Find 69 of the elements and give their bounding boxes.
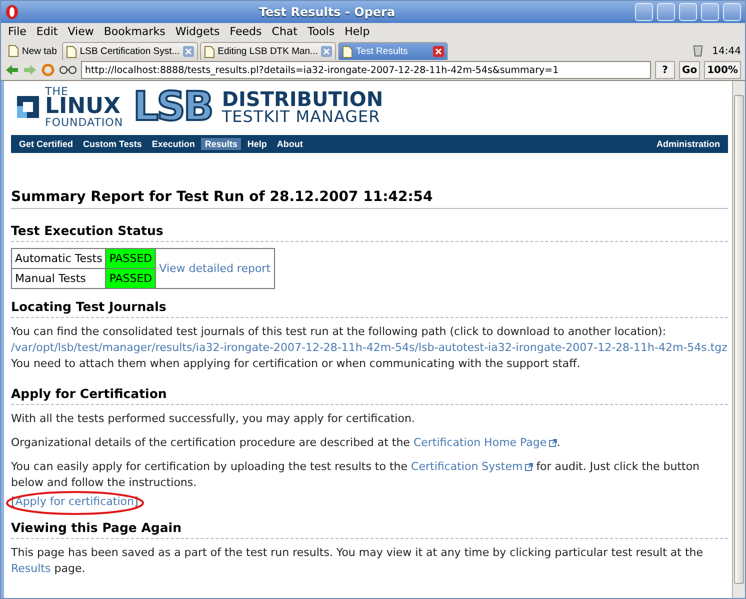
status-cell: PASSED [106,248,156,268]
section-heading: Locating Test Journals [11,299,728,318]
page-icon [66,46,77,58]
browser-tab[interactable]: Editing LSB DTK Man... [200,42,336,60]
menu-item[interactable]: View [62,24,99,38]
reload-icon[interactable] [41,63,55,77]
paragraph: Organizational details of the certification procedure are described at the Certification Home Page . [11,434,562,451]
forward-icon[interactable] [23,64,37,76]
report-link[interactable]: View detailed report [159,262,271,275]
section-heading: Apply for Certification [11,386,728,405]
certification-system-link[interactable]: Certification System [411,460,533,473]
table-cell: Automatic Tests [12,248,106,268]
logo-text: TESTKIT MANAGER [222,109,382,125]
paragraph: You need to attach them when applying for certification or when communicating with the support staff. [11,356,582,372]
logo-text: LINUX [45,96,120,118]
apply-link[interactable]: Apply for certification [15,494,134,508]
menu-item[interactable]: File [3,24,32,38]
nav-link[interactable]: Execution [148,138,199,150]
zoom-selector[interactable]: 100% [704,61,741,79]
menu-item[interactable]: Help [340,24,375,38]
results-link[interactable]: Results [11,562,51,574]
menu-item[interactable]: Edit [31,24,63,38]
nav-link[interactable]: Get Certified [15,138,78,150]
status-cell: PASSED [106,268,156,288]
logo-text: FOUNDATION [45,117,124,128]
paragraph: You can find the consolidated test journals of this test run at the following path (click to download to another location): [11,324,668,340]
paragraph: This page has been saved as a part of the test run results. You may view it at any time by clicking particular test result at the Results page. [11,544,704,576]
path-link[interactable]: /var/opt/lsb/test/manager/results/ia32-irongate-2007-12-28-11h-42m-54s/lsb-autotest-ia32-irongate-2007-12-28-11h-42m-54s.tgz [11,340,728,354]
scrollbar[interactable] [732,81,745,598]
menu-item[interactable]: Bookmarks [98,24,170,38]
external-link-icon [524,462,533,471]
section-heading: Test Execution Status [11,223,728,242]
close-icon[interactable] [320,46,332,57]
section-heading: Viewing this Page Again [11,520,728,539]
square-logo-icon [15,94,41,120]
glasses-icon[interactable] [59,65,77,75]
page-heading: Summary Report for Test Run of 28.12.2007 11:42:54 [11,189,728,209]
new-tab-button[interactable]: New tab [5,42,60,60]
logo-text: LSB [133,87,212,127]
page-icon [8,45,19,57]
nav-link[interactable]: Administration [652,138,724,150]
logo-text: THE [45,86,68,97]
menu-item[interactable]: Tools [302,24,340,38]
paragraph: With all the tests performed successfully, you may apply for certification. [11,410,416,427]
nav-link[interactable]: Results [200,138,242,150]
paragraph: You can easily apply for certification by uploading the test results to the Certification System for audit. Just click the button below and follow the instructions. [11,458,701,491]
trash-icon[interactable] [692,44,704,57]
clock: 14:44 [712,46,741,57]
close-icon[interactable] [432,46,444,57]
close-icon[interactable] [182,46,194,57]
opera-logo-icon [5,4,19,20]
page-icon [342,46,353,58]
back-icon[interactable] [5,64,19,76]
browser-tab[interactable]: LSB Certification Syst... [62,42,198,60]
menu-item[interactable]: Feeds [224,24,267,38]
menu-item[interactable]: Widgets [170,24,225,38]
menu-item[interactable]: Chat [266,24,302,38]
home-page-link[interactable]: Certification Home Page [413,436,557,449]
address-field[interactable]: http://localhost:8888/tests_results.pl?details=ia32-irongate-2007-12-28-11h-42m-54s&summary=1 [81,61,652,79]
page-icon [204,46,215,58]
table-cell: Manual Tests [12,268,106,288]
window-title: Test Results - Opera [258,5,396,19]
nav-link[interactable]: About [272,138,307,150]
nav-link[interactable]: Custom Tests [79,138,146,150]
external-link-icon [548,438,557,447]
logo-text: DISTRIBUTION [222,89,384,109]
go-button[interactable]: Go [679,61,700,79]
nav-link[interactable]: Help [243,138,271,150]
help-button[interactable]: ? [655,61,676,79]
